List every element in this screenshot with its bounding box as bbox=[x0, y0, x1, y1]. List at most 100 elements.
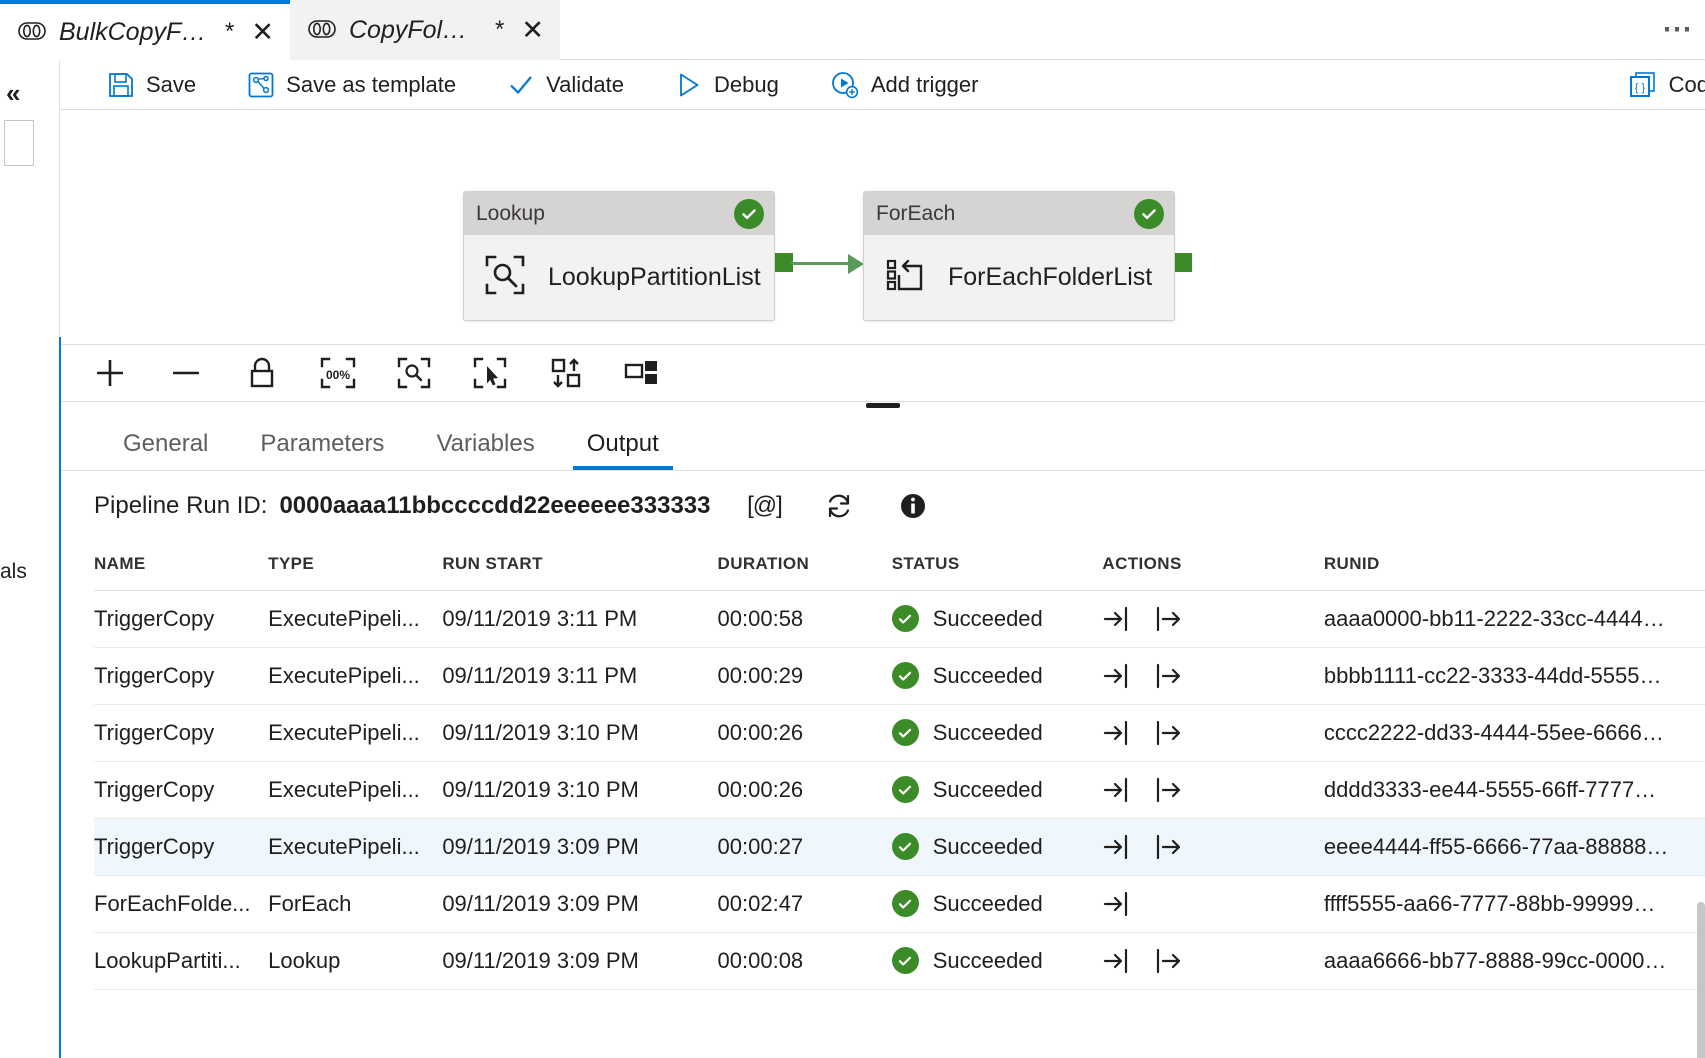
layout-icon[interactable] bbox=[615, 349, 669, 397]
activity-runs-table: NAME TYPE RUN START DURATION STATUS ACTI… bbox=[94, 532, 1705, 990]
cell-runid: cccc2222-dd33-4444-55ee-6666… bbox=[1324, 704, 1705, 761]
add-trigger-button[interactable]: Add trigger bbox=[813, 60, 997, 110]
svg-text:00%: 00% bbox=[326, 368, 350, 382]
input-icon[interactable] bbox=[1102, 890, 1130, 918]
output-icon[interactable] bbox=[1154, 719, 1182, 747]
output-icon[interactable] bbox=[1154, 947, 1182, 975]
cell-runid: ffff5555-aa66-7777-88bb-99999… bbox=[1324, 875, 1705, 932]
status-success-icon bbox=[892, 719, 919, 746]
column-header-runid[interactable]: RUNID bbox=[1324, 532, 1705, 590]
save-icon bbox=[108, 72, 134, 98]
table-row[interactable]: TriggerCopyExecutePipeli...09/11/2019 3:… bbox=[94, 590, 1705, 647]
tab-dirty-indicator: * bbox=[225, 18, 234, 46]
output-icon[interactable] bbox=[1154, 662, 1182, 690]
close-icon[interactable]: ✕ bbox=[521, 17, 544, 44]
input-icon[interactable] bbox=[1102, 833, 1130, 861]
input-icon[interactable] bbox=[1102, 947, 1130, 975]
at-glyph-label: [@] bbox=[747, 492, 782, 520]
output-icon[interactable] bbox=[1154, 776, 1182, 804]
output-icon[interactable] bbox=[1154, 833, 1182, 861]
tab-variables[interactable]: Variables bbox=[410, 430, 560, 470]
connector-line bbox=[791, 262, 856, 265]
cell-runid: aaaa0000-bb11-2222-33cc-4444… bbox=[1324, 590, 1705, 647]
cell-run-start: 09/11/2019 3:11 PM bbox=[442, 647, 717, 704]
column-header-runstart[interactable]: RUN START bbox=[442, 532, 717, 590]
cell-actions bbox=[1102, 818, 1323, 875]
cell-duration: 00:00:08 bbox=[718, 932, 892, 989]
marquee-select-icon[interactable] bbox=[463, 349, 517, 397]
input-icon[interactable] bbox=[1102, 605, 1130, 633]
zoom-in-icon[interactable] bbox=[83, 349, 137, 397]
code-brackets-icon: { } bbox=[1629, 71, 1657, 99]
cell-type: ExecutePipeli... bbox=[268, 647, 442, 704]
cell-name: TriggerCopy bbox=[94, 704, 268, 761]
canvas-toolbar: 00% bbox=[61, 344, 1705, 401]
panel-resize-handle[interactable] bbox=[866, 403, 900, 408]
play-icon bbox=[676, 72, 702, 98]
foreach-output-port[interactable] bbox=[1173, 253, 1192, 272]
status-label: Succeeded bbox=[933, 663, 1043, 689]
close-icon[interactable]: ✕ bbox=[251, 19, 274, 46]
parameters-at-icon[interactable]: [@] bbox=[745, 486, 785, 526]
status-badge bbox=[734, 199, 764, 229]
cell-type: ExecutePipeli... bbox=[268, 704, 442, 761]
input-icon[interactable] bbox=[1102, 719, 1130, 747]
code-button[interactable]: { } Cod bbox=[1611, 60, 1705, 110]
pipeline-canvas[interactable]: Lookup LookupPartitionList bbox=[61, 111, 1705, 344]
column-header-status[interactable]: STATUS bbox=[892, 532, 1103, 590]
table-row[interactable]: TriggerCopyExecutePipeli...09/11/2019 3:… bbox=[94, 647, 1705, 704]
input-icon[interactable] bbox=[1102, 776, 1130, 804]
add-trigger-label: Add trigger bbox=[871, 72, 979, 98]
pipeline-tab-copyfolderpar[interactable]: CopyFolderPar... * ✕ bbox=[290, 0, 560, 60]
cell-actions bbox=[1102, 761, 1323, 818]
more-options-icon[interactable]: ⋯ bbox=[1662, 12, 1695, 47]
save-button[interactable]: Save bbox=[90, 60, 214, 110]
cell-run-start: 09/11/2019 3:11 PM bbox=[442, 590, 717, 647]
pipeline-icon bbox=[308, 16, 336, 45]
auto-align-icon[interactable] bbox=[539, 349, 593, 397]
connector-arrow-icon bbox=[848, 254, 864, 274]
pipeline-tab-bulkcopyfrom[interactable]: BulkCopyFrom... * ✕ bbox=[0, 0, 290, 60]
svg-text:{ }: { } bbox=[1634, 82, 1645, 94]
info-icon[interactable] bbox=[893, 486, 933, 526]
debug-label: Debug bbox=[714, 72, 779, 98]
app-root: BulkCopyFrom... * ✕ CopyFolderPar... * ✕… bbox=[0, 0, 1705, 1058]
column-header-name[interactable]: NAME bbox=[94, 532, 268, 590]
status-label: Succeeded bbox=[933, 606, 1043, 632]
save-as-template-button[interactable]: Save as template bbox=[230, 60, 474, 110]
lock-icon[interactable] bbox=[235, 349, 289, 397]
table-row[interactable]: TriggerCopyExecutePipeli...09/11/2019 3:… bbox=[94, 818, 1705, 875]
table-header: NAME TYPE RUN START DURATION STATUS ACTI… bbox=[94, 532, 1705, 590]
output-icon[interactable] bbox=[1154, 605, 1182, 633]
table-row[interactable]: TriggerCopyExecutePipeli...09/11/2019 3:… bbox=[94, 761, 1705, 818]
refresh-icon[interactable] bbox=[819, 486, 859, 526]
activity-header: Lookup bbox=[464, 192, 774, 235]
table-row[interactable]: ForEachFolde...ForEach09/11/2019 3:09 PM… bbox=[94, 875, 1705, 932]
column-header-duration[interactable]: DURATION bbox=[718, 532, 892, 590]
cell-actions bbox=[1102, 875, 1323, 932]
vertical-scrollbar[interactable] bbox=[1697, 902, 1705, 1058]
zoom-100-percent-icon[interactable]: 00% bbox=[311, 349, 365, 397]
collapse-panel-icon[interactable]: « bbox=[6, 78, 20, 109]
tab-output[interactable]: Output bbox=[561, 430, 685, 470]
lookup-magnifier-icon bbox=[484, 254, 526, 301]
activity-header: ForEach bbox=[864, 192, 1174, 235]
validate-label: Validate bbox=[546, 72, 624, 98]
debug-button[interactable]: Debug bbox=[658, 60, 797, 110]
tab-parameters[interactable]: Parameters bbox=[234, 430, 410, 470]
validate-button[interactable]: Validate bbox=[490, 60, 642, 110]
activity-lookup[interactable]: Lookup LookupPartitionList bbox=[463, 191, 775, 321]
zoom-out-icon[interactable] bbox=[159, 349, 213, 397]
input-icon[interactable] bbox=[1102, 662, 1130, 690]
table-row[interactable]: TriggerCopyExecutePipeli...09/11/2019 3:… bbox=[94, 704, 1705, 761]
activity-body: LookupPartitionList bbox=[464, 235, 774, 320]
activity-foreach[interactable]: ForEach ForEachFolde bbox=[863, 191, 1175, 321]
rail-placeholder-box[interactable] bbox=[4, 120, 34, 166]
column-header-actions[interactable]: ACTIONS bbox=[1102, 532, 1323, 590]
column-header-type[interactable]: TYPE bbox=[268, 532, 442, 590]
table-row[interactable]: LookupPartiti...Lookup09/11/2019 3:09 PM… bbox=[94, 932, 1705, 989]
pipeline-run-id-label: Pipeline Run ID: bbox=[94, 492, 267, 520]
tab-general[interactable]: General bbox=[97, 430, 234, 470]
status-success-icon bbox=[892, 947, 919, 974]
zoom-to-fit-icon[interactable] bbox=[387, 349, 441, 397]
